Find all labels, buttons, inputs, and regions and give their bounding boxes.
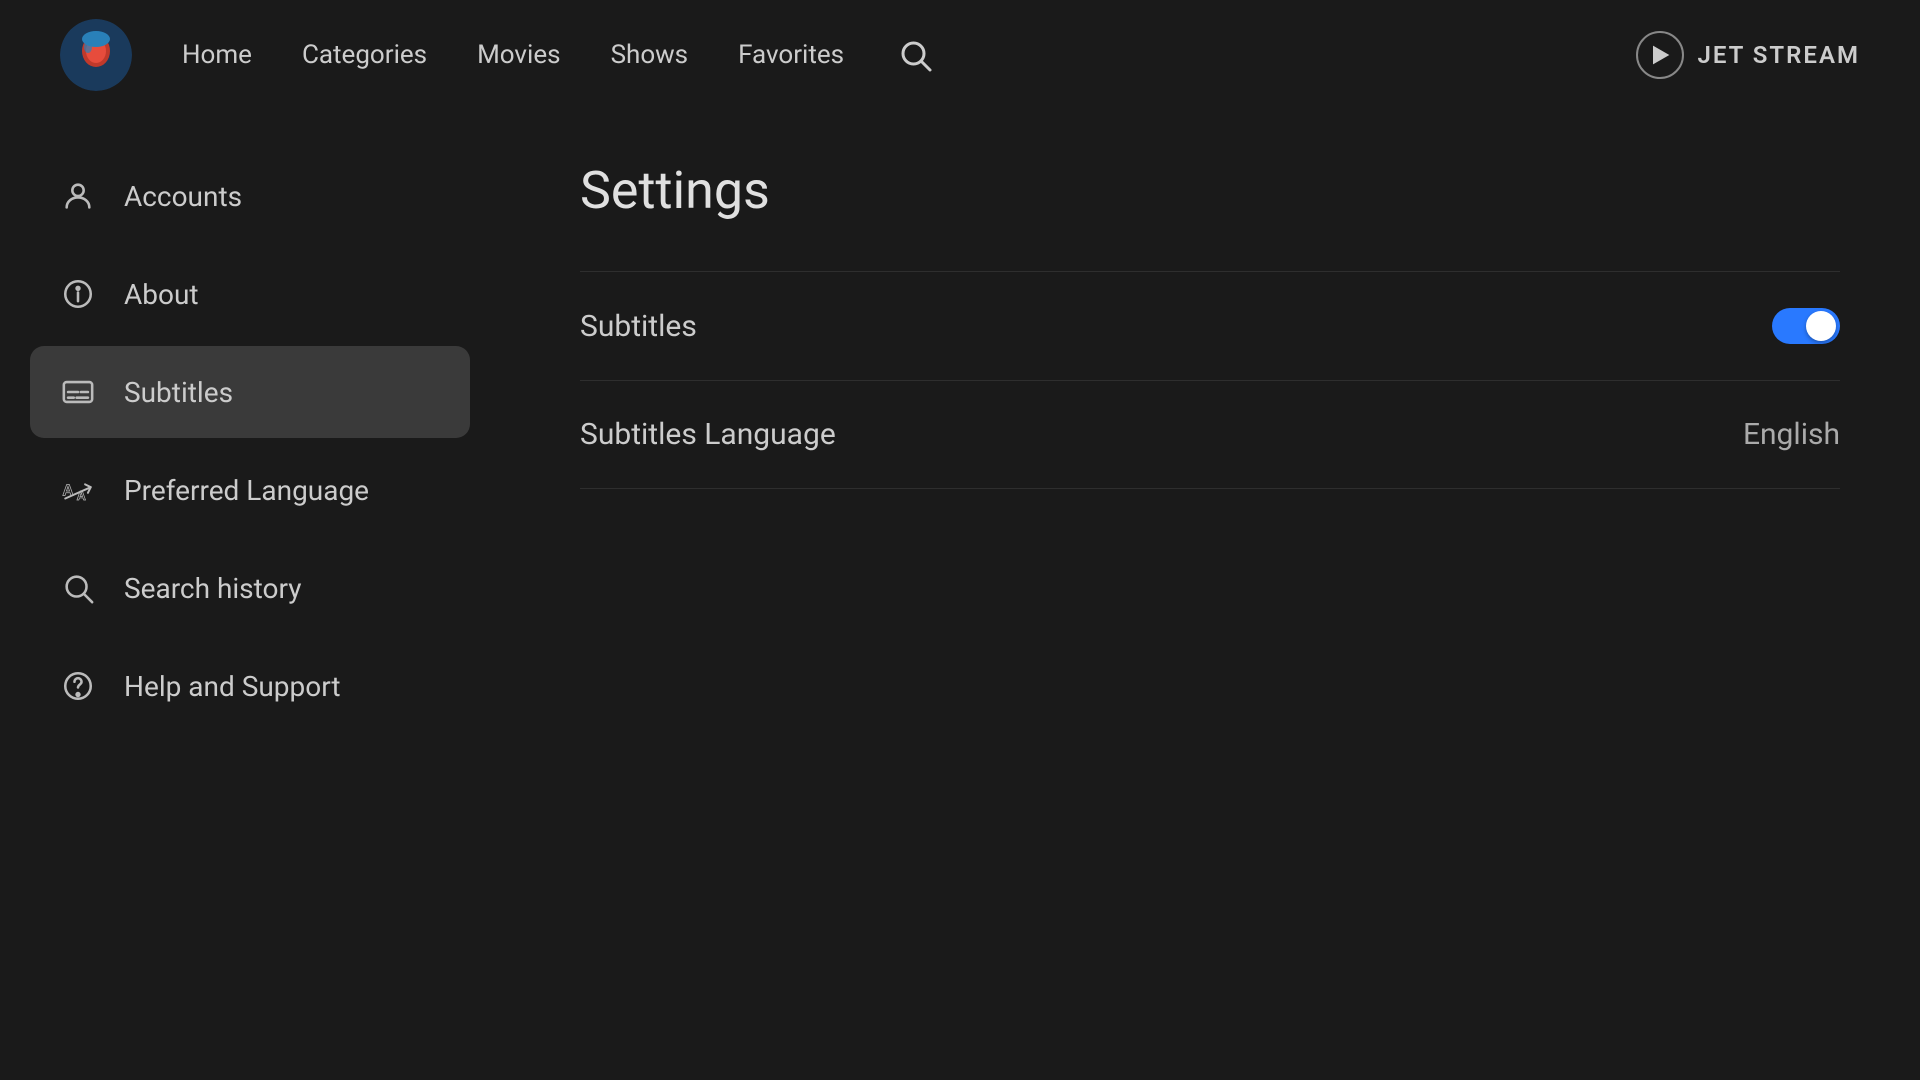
person-icon <box>60 178 96 214</box>
search-button[interactable] <box>894 34 936 76</box>
sidebar-item-subtitles-label: Subtitles <box>124 376 233 409</box>
logo-avatar[interactable] <box>60 19 132 91</box>
help-icon <box>60 668 96 704</box>
brand-icon <box>1636 31 1684 79</box>
brand: JET STREAM <box>1636 31 1860 79</box>
nav-movies[interactable]: Movies <box>477 40 560 70</box>
sidebar-item-help-support-label: Help and Support <box>124 670 341 703</box>
sidebar-item-help-support[interactable]: Help and Support <box>30 640 470 732</box>
subtitles-language-value: English <box>1743 417 1840 452</box>
sidebar: Accounts About <box>0 110 500 1080</box>
nav-shows[interactable]: Shows <box>611 40 689 70</box>
nav-categories[interactable]: Categories <box>302 40 427 70</box>
nav-home[interactable]: Home <box>182 40 252 70</box>
nav-links: Home Categories Movies Shows Favorites <box>182 34 1636 76</box>
subtitles-language-row[interactable]: Subtitles Language English <box>580 381 1840 489</box>
sidebar-item-subtitles[interactable]: Subtitles <box>30 346 470 438</box>
subtitles-toggle[interactable] <box>1772 308 1840 344</box>
subtitles-icon <box>60 374 96 410</box>
sidebar-item-accounts[interactable]: Accounts <box>30 150 470 242</box>
sidebar-item-preferred-language[interactable]: A A Preferred Language <box>30 444 470 536</box>
main-layout: Accounts About <box>0 110 1920 1080</box>
topnav: Home Categories Movies Shows Favorites J… <box>0 0 1920 110</box>
subtitles-label: Subtitles <box>580 309 697 344</box>
settings-content: Settings Subtitles Subtitles Language En… <box>500 110 1920 1080</box>
sidebar-item-about[interactable]: About <box>30 248 470 340</box>
info-icon <box>60 276 96 312</box>
settings-title: Settings <box>580 160 1840 221</box>
sidebar-item-search-history[interactable]: Search history <box>30 542 470 634</box>
sidebar-item-accounts-label: Accounts <box>124 180 242 213</box>
language-icon: A A <box>60 472 96 508</box>
brand-name: JET STREAM <box>1698 41 1860 69</box>
toggle-knob <box>1806 311 1836 341</box>
sidebar-item-search-history-label: Search history <box>124 572 301 605</box>
subtitles-row: Subtitles <box>580 271 1840 381</box>
search-history-icon <box>60 570 96 606</box>
sidebar-item-preferred-language-label: Preferred Language <box>124 474 369 507</box>
nav-favorites[interactable]: Favorites <box>738 40 844 70</box>
subtitles-language-label: Subtitles Language <box>580 417 836 452</box>
sidebar-item-about-label: About <box>124 278 199 311</box>
